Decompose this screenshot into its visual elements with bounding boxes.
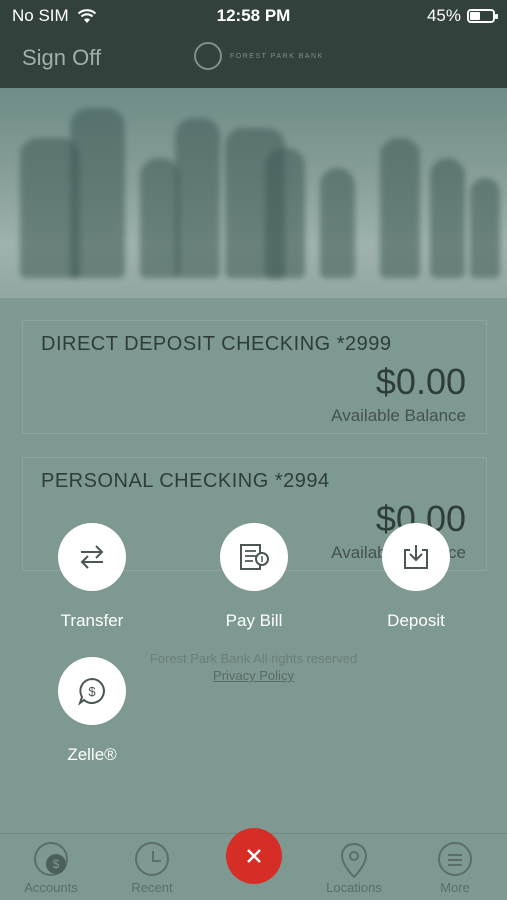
tab-label: Recent [131, 880, 173, 895]
tab-label: More [440, 880, 470, 895]
sign-off-button[interactable]: Sign Off [22, 45, 101, 71]
zelle-button[interactable]: $ [58, 657, 126, 725]
pay-bill-label: Pay Bill [225, 611, 283, 630]
tab-locations[interactable]: Locations [309, 842, 399, 895]
menu-icon [438, 842, 472, 876]
hero-image [0, 88, 507, 298]
status-bar: No SIM 12:58 PM 45% [0, 0, 507, 32]
account-card-direct-deposit[interactable]: DIRECT DEPOSIT CHECKING *2999 $0.00 Avai… [22, 320, 487, 434]
tab-more[interactable]: More [410, 842, 500, 895]
transfer-label: Transfer [60, 611, 124, 630]
tab-recent[interactable]: Recent [107, 842, 197, 895]
close-icon [247, 849, 261, 863]
transfer-icon [80, 545, 104, 569]
nav-bar: Sign Off FOREST PARK BANK [0, 32, 507, 88]
account-balance: $0.00 [375, 361, 466, 402]
dollar-icon: $ [34, 842, 68, 876]
bank-logo: FOREST PARK BANK [194, 42, 324, 70]
tree-logo-icon [194, 42, 222, 70]
battery-percent: 45% [426, 6, 461, 25]
pay-bill-button[interactable] [220, 523, 288, 591]
account-name: DIRECT DEPOSIT CHECKING *2999 [41, 333, 392, 355]
location-pin-icon [340, 842, 368, 879]
pay-bill-icon [240, 544, 269, 570]
battery-icon [467, 9, 498, 23]
transfer-button[interactable] [58, 523, 126, 591]
tab-label: Locations [326, 880, 382, 895]
deposit-icon [404, 545, 428, 569]
clock-icon [135, 842, 169, 876]
tab-accounts[interactable]: $ Accounts [6, 842, 96, 895]
zelle-icon: $ [78, 677, 105, 706]
svg-text:$: $ [88, 684, 96, 699]
deposit-button[interactable] [382, 523, 450, 591]
balance-caption: Available Balance [331, 406, 466, 425]
close-menu-button[interactable] [226, 828, 282, 884]
account-name: PERSONAL CHECKING *2994 [41, 470, 330, 492]
tab-label: Accounts [24, 880, 78, 895]
deposit-label: Deposit [387, 611, 445, 630]
zelle-label: Zelle® [67, 745, 117, 764]
logo-text: FOREST PARK BANK [230, 52, 324, 60]
